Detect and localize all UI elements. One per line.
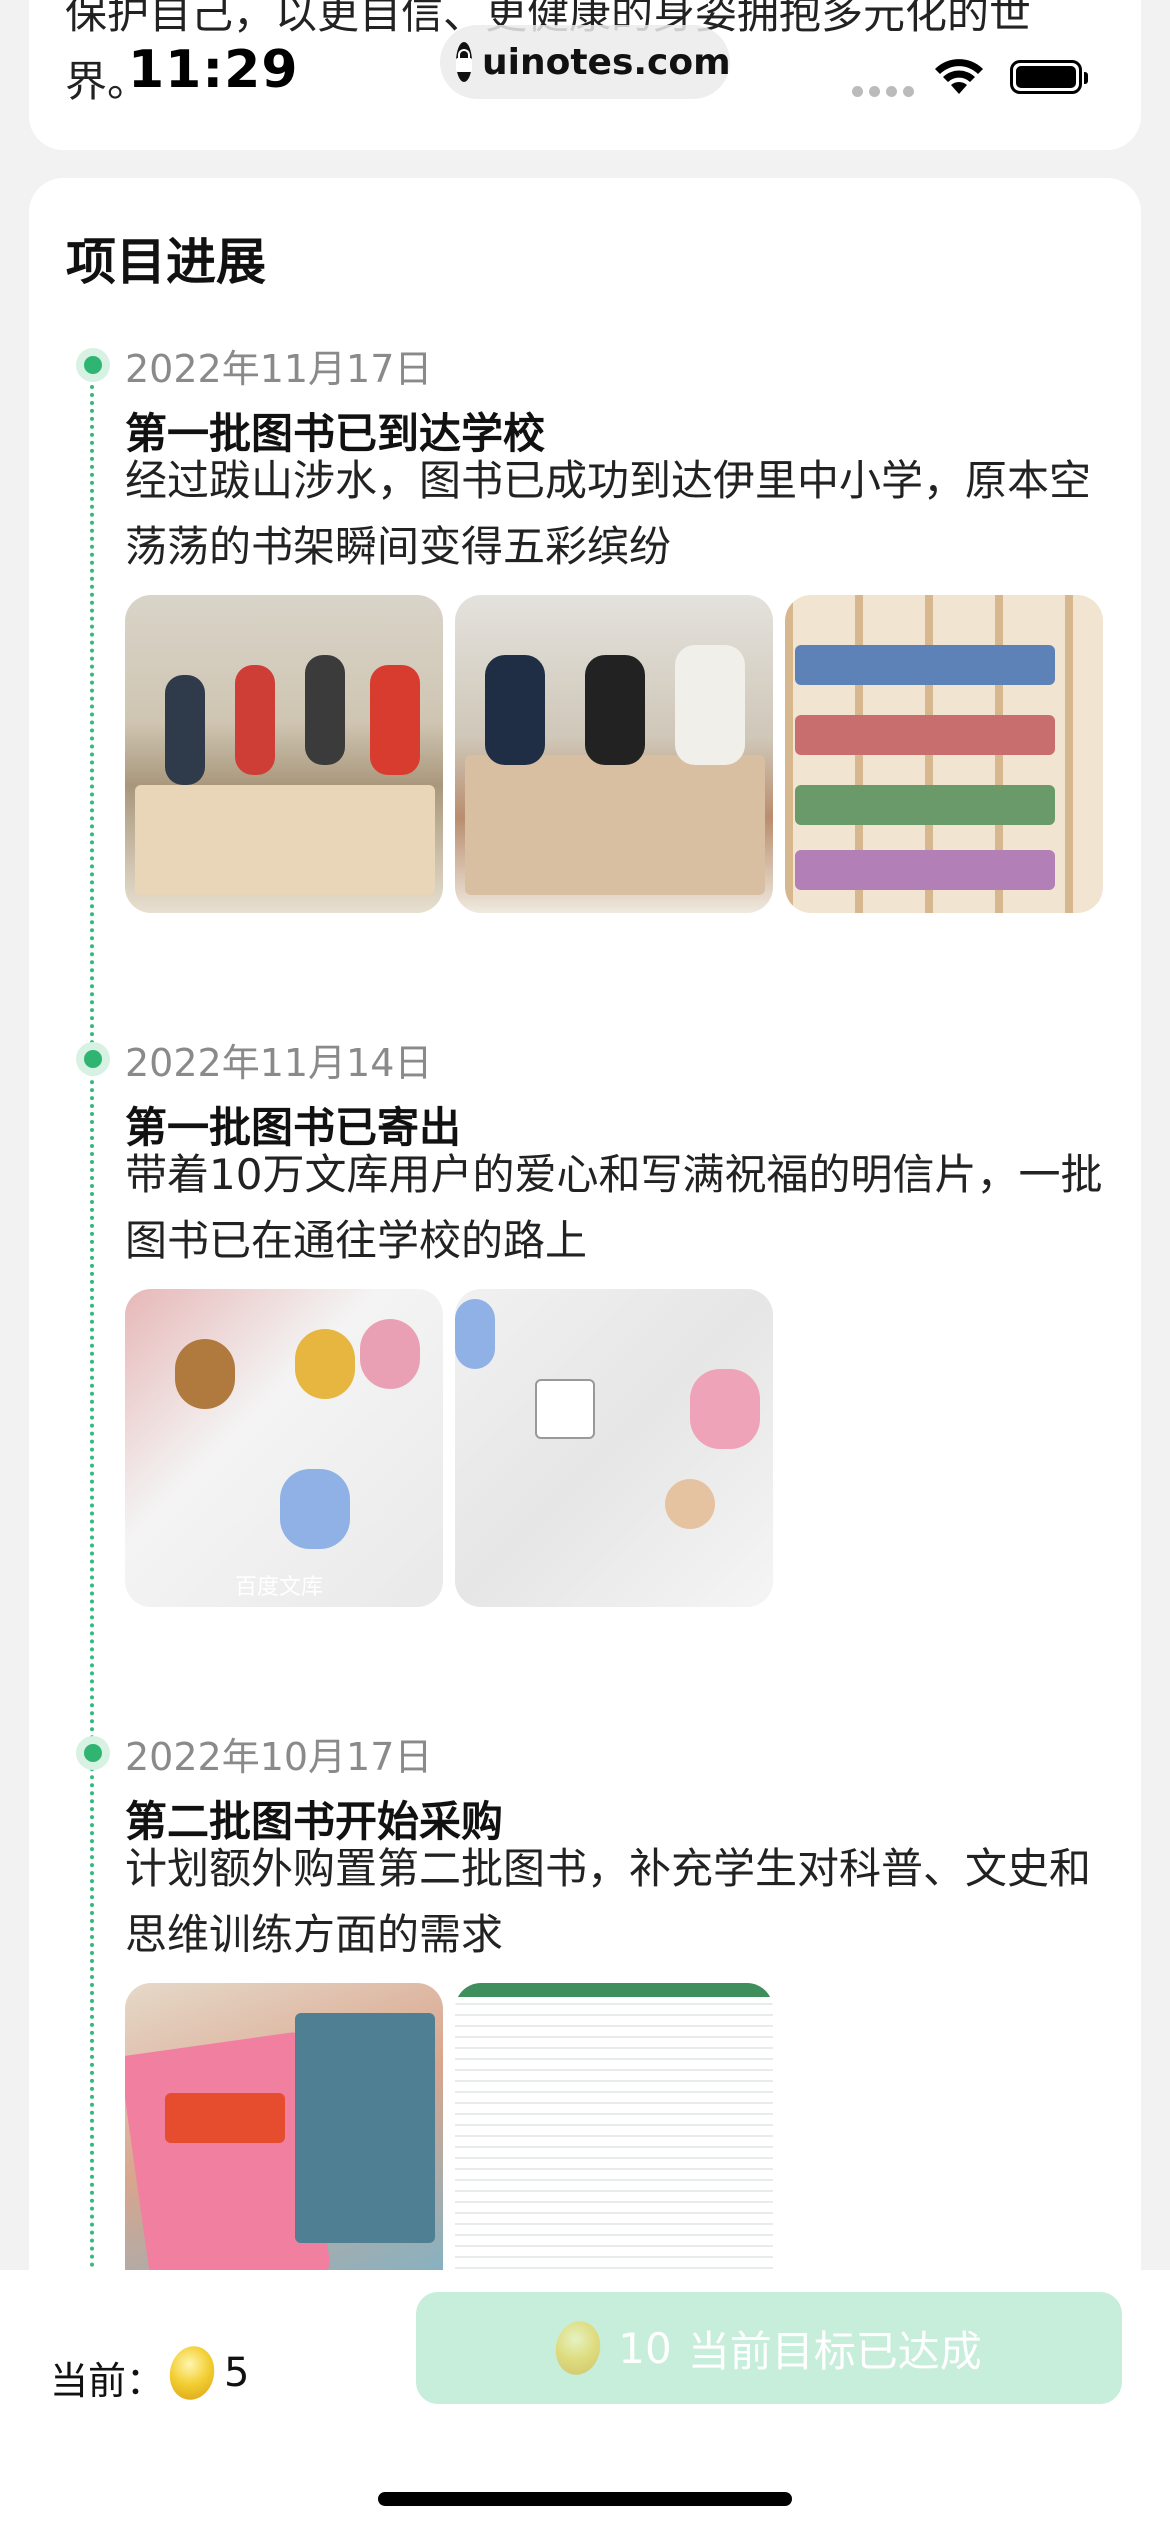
- photo-row: [125, 595, 1103, 913]
- goal-count: 10: [618, 2323, 672, 2373]
- coin-icon: [164, 2342, 220, 2404]
- home-indicator[interactable]: [378, 2492, 792, 2506]
- section-title: 项目进展: [66, 233, 266, 291]
- goal-achieved-button[interactable]: 10 当前目标已达成: [416, 2292, 1122, 2404]
- url-text: uinotes.com: [482, 41, 731, 83]
- lock-icon: [456, 42, 472, 82]
- photo-row: 百度文库: [125, 1289, 773, 1607]
- wifi-icon: [935, 59, 983, 94]
- photo-thumbnail[interactable]: [125, 1983, 443, 2301]
- photo-thumbnail[interactable]: [455, 1983, 773, 2301]
- timeline-line: [90, 353, 94, 2453]
- status-time: 11:29: [128, 40, 299, 100]
- photo-row: [125, 1983, 773, 2301]
- entry-description: 经过跋山涉水，图书已成功到达伊里中小学，原本空荡荡的书架瞬间变得五彩缤纷: [125, 456, 1092, 571]
- timeline-dot-icon: [76, 1042, 110, 1076]
- photo-thumbnail[interactable]: [125, 595, 443, 913]
- entry-date: 2022年11月14日: [125, 1041, 433, 1085]
- progress-card: 项目进展 2022年11月17日 第一批图书已到达学校 经过跋山涉水，图书已成功…: [29, 178, 1141, 2532]
- photo-thumbnail[interactable]: 百度文库: [125, 1289, 443, 1607]
- photo-thumbnail[interactable]: [455, 595, 773, 913]
- entry-date: 2022年11月17日: [125, 347, 433, 391]
- entry-date: 2022年10月17日: [125, 1735, 433, 1779]
- status-bar: 11:29 uinotes.com: [0, 0, 1170, 140]
- coin-icon: [551, 2317, 606, 2379]
- current-label: 当前：: [50, 2359, 165, 2403]
- entry-description: 计划额外购置第二批图书，补充学生对科普、文史和思维训练方面的需求: [125, 1844, 1092, 1959]
- signal-icon: [852, 86, 914, 97]
- timeline-dot-icon: [76, 1736, 110, 1770]
- current-count: 5: [224, 2350, 250, 2396]
- goal-text: 当前目标已达成: [687, 2326, 982, 2376]
- timeline-dot-icon: [76, 348, 110, 382]
- entry-description: 带着10万文库用户的爱心和写满祝福的明信片，一批图书已在通往学校的路上: [125, 1150, 1103, 1265]
- battery-icon: [1010, 60, 1088, 94]
- photo-thumbnail[interactable]: [785, 595, 1103, 913]
- url-pill[interactable]: uinotes.com: [440, 25, 731, 99]
- photo-thumbnail[interactable]: [455, 1289, 773, 1607]
- photo-watermark: 百度文库: [235, 1575, 324, 1600]
